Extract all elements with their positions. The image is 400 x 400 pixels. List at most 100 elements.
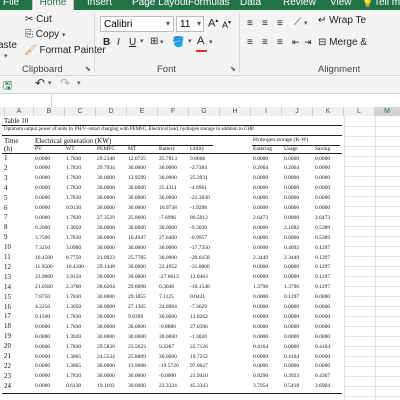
copy-button[interactable]: ⎘ Copy ▾ — [25, 29, 65, 40]
column-header[interactable]: G — [189, 107, 220, 116]
redo-icon[interactable]: ↷ — [60, 76, 70, 90]
column-header[interactable]: E — [127, 107, 158, 116]
column-header[interactable]: F — [158, 107, 189, 116]
orientation-dropdown-icon[interactable]: ▾ — [304, 19, 308, 27]
column-header[interactable]: D — [96, 107, 127, 116]
tab-home[interactable]: Home — [32, 0, 74, 10]
increase-indent-icon[interactable]: ⇥ — [304, 37, 312, 48]
paste-button[interactable]: aste — [0, 40, 17, 51]
underline-dropdown-icon[interactable]: ▾ — [140, 37, 144, 45]
column-header[interactable]: A — [5, 107, 34, 116]
align-left-icon[interactable]: ≡ — [247, 37, 253, 48]
value-cell: 28.6204 — [97, 284, 115, 291]
tell-me-icon[interactable]: 💡 — [362, 0, 373, 10]
worksheet-grid[interactable]: Table 10 Optimum output power of units b… — [0, 116, 400, 400]
value-cell: 0.0000 — [315, 313, 331, 320]
fill-color-icon[interactable]: 🪣 — [172, 37, 184, 48]
column-header[interactable]: L — [344, 107, 375, 116]
value-cell: 0.4367 — [315, 373, 331, 380]
value-cell: 97.0627 — [190, 363, 208, 370]
name-box[interactable] — [0, 94, 52, 107]
value-cell: 0.0000 — [35, 195, 51, 202]
align-right-icon[interactable]: ≡ — [277, 37, 283, 48]
value-cell: 0.0000 — [35, 185, 51, 192]
orientation-icon[interactable]: ⟋ — [294, 17, 301, 28]
underline-button[interactable]: U — [129, 37, 136, 48]
value-cell: 0.0000 — [35, 175, 51, 182]
clipboard-launcher-icon[interactable]: ⬊ — [85, 65, 91, 73]
value-cell: 1.3050 — [66, 304, 82, 310]
fill-color-dropdown-icon[interactable]: ▾ — [188, 37, 192, 45]
value-cell: 0.0000 — [35, 373, 51, 380]
value-cell: 30.0000 — [128, 165, 146, 172]
column-header[interactable]: H — [220, 107, 251, 116]
value-cell: -19.5720 — [159, 363, 179, 370]
value-cell: 0.2064 — [284, 165, 300, 172]
grid-line — [344, 266, 400, 267]
hour-cell: 12 — [4, 262, 11, 271]
undo-dropdown-icon[interactable]: ▾ — [48, 79, 52, 87]
column-header[interactable]: K — [313, 107, 344, 116]
align-bottom-icon[interactable]: ≡ — [277, 18, 283, 29]
value-cell: -27.6613 — [159, 274, 179, 281]
align-top-icon[interactable]: ≡ — [247, 18, 253, 29]
tab-page-layout[interactable]: Page Layout — [132, 0, 188, 10]
font-size-dropdown[interactable]: 11 ▾ — [176, 16, 204, 32]
column-header[interactable]: C — [65, 107, 96, 116]
cut-button[interactable]: ✂ Cut — [25, 14, 52, 25]
align-center-icon[interactable]: ≡ — [262, 37, 268, 48]
copy-dropdown-icon[interactable]: ▾ — [62, 32, 66, 39]
column-header[interactable]: J — [282, 107, 313, 116]
hour-cell: 22 — [4, 361, 11, 370]
subheader-cell: Entering — [253, 146, 272, 152]
borders-icon[interactable]: ⊞ — [150, 36, 158, 47]
subheader-cell: PV — [35, 146, 43, 152]
column-header[interactable]: B — [34, 107, 65, 116]
font-color-dropdown-icon[interactable]: ▾ — [209, 38, 213, 46]
value-cell: 16.9738 — [159, 205, 177, 211]
table-title: Table 10 — [4, 117, 29, 125]
font-launcher-icon[interactable]: ⬊ — [230, 65, 236, 73]
paste-dropdown-icon[interactable]: ▾ — [4, 52, 8, 60]
borders-dropdown-icon[interactable]: ▾ — [160, 38, 164, 46]
value-cell: 0.0000 — [253, 304, 269, 310]
merge-center-button[interactable]: ⊟ Merge & — [318, 37, 367, 48]
align-middle-icon[interactable]: ≡ — [262, 18, 268, 29]
increase-font-size-button[interactable]: A▴ — [208, 17, 218, 30]
value-cell: -7.3629 — [190, 304, 207, 310]
value-cell: 12.9599 — [128, 175, 146, 182]
value-cell: 0.2000 — [35, 224, 51, 231]
bold-button[interactable]: B — [103, 37, 110, 48]
value-cell: 25.3931 — [190, 175, 208, 182]
tab-formulas[interactable]: Formulas — [188, 0, 230, 10]
value-cell: 2.6473 — [253, 214, 269, 221]
tab-review[interactable]: Review — [283, 0, 316, 10]
subheader-cell: Usage — [284, 146, 298, 152]
customize-toolbar-icon[interactable]: ▾ — [77, 79, 81, 87]
decrease-indent-icon[interactable]: ⇤ — [292, 37, 300, 48]
formula-input[interactable] — [52, 94, 400, 107]
tab-data[interactable]: Data — [240, 0, 261, 10]
value-cell: 1.7830 — [66, 155, 82, 162]
value-cell: 0.0000 — [284, 333, 300, 340]
value-cell: -9.3030 — [190, 224, 207, 231]
value-cell: 80.5012 — [190, 214, 208, 221]
grid-line — [344, 296, 400, 297]
decrease-font-size-button[interactable]: A▾ — [222, 19, 231, 30]
italic-button[interactable]: I — [117, 37, 120, 48]
tab-tell-me[interactable]: Tell me — [374, 0, 400, 10]
tab-insert[interactable]: Insert — [87, 0, 112, 10]
value-cell: 0.1297 — [315, 244, 331, 251]
wrap-text-button[interactable]: ↵ Wrap Te — [318, 15, 366, 26]
font-color-button[interactable]: A — [197, 35, 204, 47]
column-header[interactable]: I — [251, 107, 282, 116]
value-cell: 30.0000 — [159, 313, 177, 320]
value-cell: 8.7750 — [66, 254, 82, 261]
tab-view[interactable]: View — [330, 0, 352, 10]
hour-cell: 10 — [4, 243, 11, 252]
column-header[interactable]: M — [375, 107, 400, 116]
rule-line — [2, 153, 342, 154]
tab-file[interactable]: File — [3, 0, 19, 10]
font-name-dropdown[interactable]: Calibri ▾ — [100, 16, 174, 32]
undo-icon[interactable]: ↶ — [35, 76, 45, 90]
